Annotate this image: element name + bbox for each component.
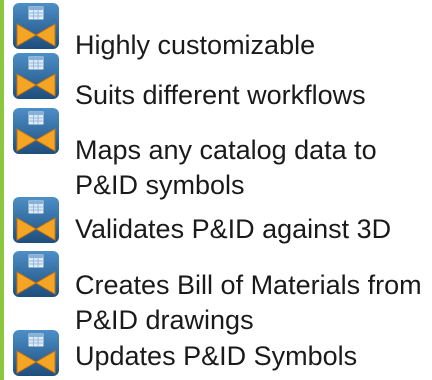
feature-line: Validates P&ID against 3D bbox=[75, 214, 392, 244]
feature-text: Updates P&ID Symbols bbox=[75, 339, 425, 374]
feature-list: Highly customizable Suits different work… bbox=[0, 0, 432, 380]
feature-line: Highly customizable bbox=[75, 30, 316, 60]
feature-text: Suits different workflows bbox=[75, 78, 425, 113]
pid-valve-symbol-icon bbox=[12, 250, 60, 298]
feature-text: Highly customizable bbox=[75, 28, 425, 63]
pid-valve-symbol-icon bbox=[12, 52, 60, 100]
pid-valve-symbol-icon bbox=[12, 2, 60, 50]
feature-text: Maps any catalog data to P&ID symbols bbox=[75, 133, 425, 203]
feature-text: Validates P&ID against 3D bbox=[75, 212, 425, 247]
feature-line: Updates P&ID Symbols bbox=[75, 341, 358, 371]
feature-line: P&ID symbols bbox=[75, 170, 245, 200]
feature-line: Creates Bill of Materials from bbox=[75, 270, 422, 300]
pid-valve-symbol-icon bbox=[12, 196, 60, 244]
pid-valve-symbol-icon bbox=[12, 329, 60, 377]
feature-line: P&ID drawings bbox=[75, 305, 254, 335]
feature-text: Creates Bill of Materials from P&ID draw… bbox=[75, 268, 425, 338]
pid-valve-symbol-icon bbox=[12, 107, 60, 155]
feature-line: Suits different workflows bbox=[75, 80, 366, 110]
feature-line: Maps any catalog data to bbox=[75, 135, 377, 165]
